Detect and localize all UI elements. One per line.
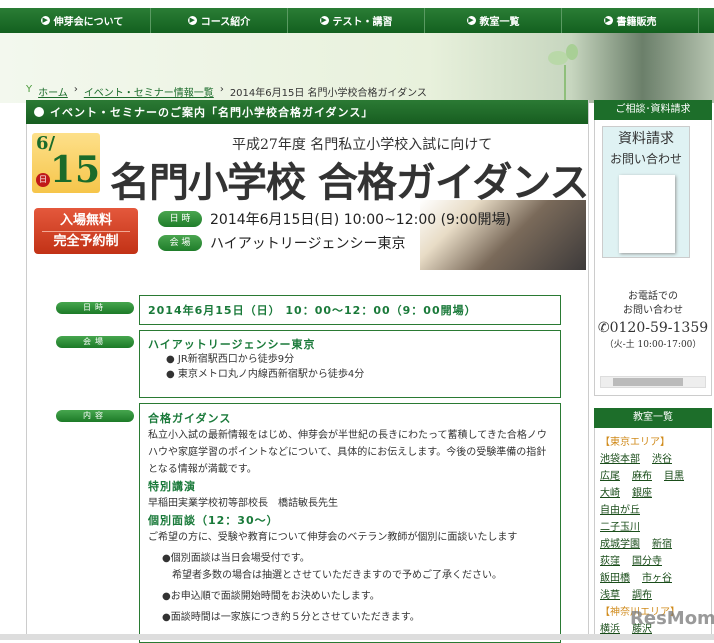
classroom-link[interactable]: 新宿: [652, 539, 672, 550]
classroom-link[interactable]: 渋谷: [652, 454, 672, 465]
classroom-link[interactable]: 銀座: [632, 488, 652, 499]
venue-label: 会場: [56, 336, 134, 348]
classroom-link[interactable]: 市ヶ谷: [642, 573, 672, 584]
arrow-icon: ▶: [40, 16, 50, 25]
brochure-image: [619, 175, 675, 253]
venue-pill: 会 場: [158, 235, 202, 251]
breadcrumb-events[interactable]: イベント・セミナー情報一覧: [84, 84, 214, 99]
arrow-icon: ▶: [187, 16, 197, 25]
banner-venue: ハイアットリージェンシー東京: [210, 236, 406, 252]
date-badge: 6/15 日: [32, 133, 100, 193]
scrollbar-thumb[interactable]: [613, 378, 683, 386]
breadcrumb: Y ホーム › イベント・セミナー情報一覧 › 2014年6月15日 名門小学校…: [26, 84, 427, 99]
classroom-link[interactable]: 成城学園: [600, 539, 640, 550]
free-admission-badge: 入場無料 完全予約制: [34, 208, 138, 254]
banner-date: 2014年6月15日(日) 10:00~12:00 (9:00開場): [210, 212, 511, 228]
sprout-image: [548, 44, 578, 100]
nav-item[interactable]: ▶ 伸芽会について: [14, 8, 151, 33]
classroom-link[interactable]: 自由が丘: [600, 505, 640, 516]
date-label: 日時: [56, 302, 134, 314]
nav-item[interactable]: ▶ 教室一覧: [425, 8, 562, 33]
banner-title: 名門小学校 合格ガイダンス: [110, 160, 590, 206]
watermark-logo: ResMom: [630, 608, 714, 629]
venue-box: ハイアットリージェンシー東京 ● JR新宿駅西口から徒歩9分 ● 東京メトロ丸ノ…: [139, 330, 561, 398]
breadcrumb-home[interactable]: ホーム: [38, 84, 68, 99]
nav-item[interactable]: ▶ テスト・講習: [288, 8, 425, 33]
consult-header: ご相談･資料請求: [594, 100, 712, 120]
classroom-link[interactable]: 荻窪: [600, 556, 620, 567]
classroom-link[interactable]: 飯田橋: [600, 573, 630, 584]
nav-item[interactable]: ▶ 書籍販売: [562, 8, 699, 33]
content-label: 内容: [56, 410, 134, 422]
classroom-link[interactable]: 麻布: [632, 471, 652, 482]
request-brochure-link[interactable]: 資料請求 お問い合わせ: [602, 126, 690, 258]
classroom-link[interactable]: 目黒: [664, 471, 684, 482]
classroom-link[interactable]: 調布: [632, 590, 652, 601]
nav-item[interactable]: ▶ コース紹介: [151, 8, 288, 33]
classroom-link[interactable]: 国分寺: [632, 556, 662, 567]
phone-contact: お電話での お問い合わせ ✆0120-59-1359 （火-土 10:00-17…: [597, 291, 709, 350]
section-title: イベント・セミナーのご案内「名門小学校合格ガイダンス」: [26, 100, 588, 124]
classroom-link[interactable]: 二子玉川: [600, 522, 640, 533]
date-box: 2014年6月15日（日） 10：00～12：00（9：00開場）: [139, 295, 561, 325]
bullet-icon: [34, 107, 44, 117]
classroom-link[interactable]: 広尾: [600, 471, 620, 482]
horizontal-scrollbar[interactable]: [600, 376, 706, 388]
phone-icon: ✆: [597, 320, 610, 336]
classroom-link[interactable]: 池袋本部: [600, 454, 640, 465]
main-nav: ▶ 伸芽会について ▶ コース紹介 ▶ テスト・講習 ▶ 教室一覧 ▶ 書籍販売: [0, 8, 714, 33]
classroom-header: 教室一覧: [594, 408, 712, 428]
arrow-icon: ▶: [603, 16, 613, 25]
date-pill: 日 時: [158, 211, 202, 227]
arrow-icon: ▶: [466, 16, 476, 25]
classroom-link[interactable]: 浅草: [600, 590, 620, 601]
arrow-icon: ▶: [319, 16, 329, 25]
bottom-bar: [0, 634, 714, 640]
breadcrumb-current: 2014年6月15日 名門小学校合格ガイダンス: [229, 88, 427, 99]
sprout-icon: Y: [26, 84, 33, 95]
content-box: 合格ガイダンス 私立小入試の最新情報をはじめ、伸芽会が半世紀の長きにわたって蓄積…: [139, 403, 561, 643]
classroom-link[interactable]: 大崎: [600, 488, 620, 499]
